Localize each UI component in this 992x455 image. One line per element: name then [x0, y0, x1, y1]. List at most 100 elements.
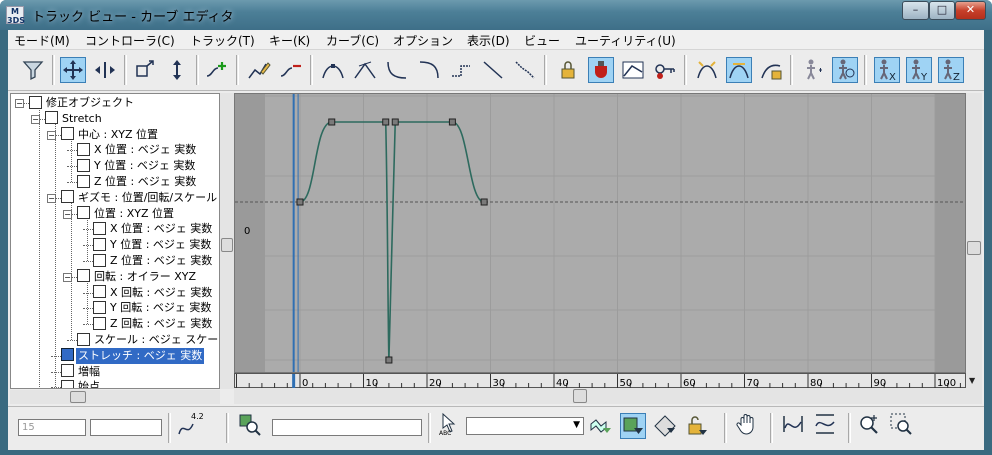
graph-vscroll-thumb[interactable] [967, 241, 981, 255]
tree-node[interactable]: ギズモ : 位置/回転/スケール [61, 190, 219, 206]
menu-controller[interactable]: コントローラ(C) [85, 32, 175, 49]
track-hierarchy[interactable]: − − − − − − 修正オブジェクト Stretch 中心 : XYZ 位置 X 位置 : … [10, 93, 220, 389]
filter-selected-objects-icon[interactable] [620, 413, 646, 439]
graph-hscroll-thumb[interactable] [573, 389, 587, 403]
tree-node[interactable]: X 位置 : ベジェ 実数 [93, 221, 214, 237]
filter-unlocked-attributes-icon[interactable] [684, 413, 710, 439]
menu-options[interactable]: オプション [393, 32, 453, 49]
tree-node[interactable]: Y 回転 : ベジェ 実数 [93, 300, 213, 316]
minimize-button[interactable]: – [902, 1, 929, 20]
tangent-linear-icon[interactable] [480, 57, 506, 83]
lock-tangents-icon[interactable] [758, 57, 784, 83]
menu-view[interactable]: ビュー [524, 32, 560, 49]
filter-selected-tracks-icon[interactable] [588, 413, 614, 439]
tree-node[interactable]: 増幅 [61, 364, 102, 380]
draw-curves-icon[interactable] [246, 57, 272, 83]
tree-node-label: Y 位置 : ベジェ 実数 [94, 159, 196, 173]
tree-node-label: X 位置 : ベジェ 実数 [94, 143, 197, 157]
tree-node[interactable]: 位置 : XYZ 位置 [77, 206, 176, 222]
show-tangents-icon[interactable] [726, 57, 752, 83]
tree-node[interactable]: 修正オブジェクト [29, 95, 136, 111]
filter-animated-tracks-icon[interactable] [652, 413, 678, 439]
tangent-smooth-icon[interactable] [512, 57, 538, 83]
zoom-icon[interactable] [856, 411, 882, 437]
tree-node[interactable]: X 回転 : ベジェ 実数 [93, 285, 214, 301]
show-keyable-icon[interactable] [652, 57, 678, 83]
tree-node[interactable]: Z 回転 : ベジェ 実数 [93, 316, 214, 332]
zoom-value-extents-icon[interactable] [812, 411, 838, 437]
tree-node[interactable]: 回転 : オイラー XYZ [77, 269, 198, 285]
menu-display[interactable]: 表示(D) [467, 32, 510, 49]
menu-curves[interactable]: カーブ(C) [326, 32, 379, 49]
tangent-step-icon[interactable] [448, 57, 474, 83]
tangent-auto-icon[interactable] [320, 57, 346, 83]
show-biped-y-icon[interactable]: Y [906, 57, 932, 83]
tangent-fast-icon[interactable] [384, 57, 410, 83]
tangent-custom-icon[interactable] [352, 57, 378, 83]
tree-horizontal-scrollbar[interactable] [10, 390, 220, 404]
time-ruler[interactable]: 0 10 20 30 40 50 60 70 80 90 100 [234, 373, 966, 389]
tree-node[interactable]: Stretch [45, 111, 104, 127]
zoom-region-icon[interactable] [888, 411, 914, 437]
tree-node-label: 始点 [78, 380, 100, 389]
menu-keys[interactable]: キー(K) [269, 32, 310, 49]
track-name-field[interactable] [272, 419, 422, 436]
zoom-selected-object-icon[interactable] [236, 411, 262, 437]
scale-keys-icon[interactable] [132, 57, 158, 83]
tree-node-label: Stretch [62, 111, 102, 125]
tangent-slow-icon[interactable] [416, 57, 442, 83]
tree-node[interactable]: 中心 : XYZ 位置 [61, 127, 160, 143]
selection-dropdown[interactable]: ▼ [466, 417, 584, 435]
maximize-button[interactable]: □ [929, 1, 955, 20]
curve-value-icon[interactable]: 4.2 [176, 411, 204, 437]
title-bar[interactable]: M 3DS トラック ビュー - カーブ エディタ – □ ✕ [0, 0, 992, 30]
reduce-keys-icon[interactable] [278, 57, 304, 83]
close-button[interactable]: ✕ [955, 1, 986, 20]
tree-node[interactable]: スケール : ベジェ スケール [77, 332, 219, 348]
tree-vertical-scrollbar[interactable] [220, 93, 234, 389]
show-all-tangents-icon[interactable] [694, 57, 720, 83]
menu-tracks[interactable]: トラック(T) [190, 32, 255, 49]
show-biped-z-icon[interactable]: Z [938, 57, 964, 83]
lock-selection-icon[interactable] [556, 57, 582, 83]
value-field[interactable] [90, 419, 162, 436]
tree-scroll-thumb[interactable] [221, 238, 233, 252]
snap-frames-icon[interactable] [588, 57, 614, 83]
tree-hscroll-thumb[interactable] [70, 391, 86, 403]
filter-icon[interactable] [20, 57, 46, 83]
tree-node[interactable]: Y 位置 : ベジェ 実数 [77, 158, 197, 174]
tree-node-label: 中心 : XYZ 位置 [78, 127, 158, 141]
show-biped-rotation-icon[interactable] [832, 57, 858, 83]
slide-keys-icon[interactable] [92, 57, 118, 83]
show-biped-position-icon[interactable] [800, 57, 826, 83]
tree-node[interactable]: X 位置 : ベジェ 実数 [77, 142, 198, 158]
tree-node[interactable]: Z 位置 : ベジェ 実数 [77, 174, 198, 190]
scale-values-icon[interactable] [164, 57, 190, 83]
show-biped-x-icon[interactable]: X [874, 57, 900, 83]
tree-node[interactable]: 始点 [61, 379, 102, 389]
parameter-out-of-range-icon[interactable] [620, 57, 646, 83]
zoom-horizontal-extents-icon[interactable] [780, 411, 806, 437]
scroll-down-arrow-icon[interactable]: ▼ [969, 376, 975, 385]
select-by-name-icon[interactable]: ABC [436, 411, 462, 437]
scale-icon [77, 332, 90, 346]
collapse-toggle-icon[interactable]: − [15, 99, 24, 108]
menu-mode[interactable]: モード(M) [14, 32, 70, 49]
toolbar-separator [168, 413, 171, 443]
tree-node[interactable]: ストレッチ : ベジェ 実数 [61, 347, 205, 364]
toolbar-separator [226, 413, 229, 443]
tree-connector [39, 107, 40, 388]
add-keys-icon[interactable] [204, 57, 230, 83]
tree-node[interactable]: Z 位置 : ベジェ 実数 [93, 253, 214, 269]
menu-utilities[interactable]: ユーティリティ(U) [575, 32, 676, 49]
frame-field[interactable]: 15 [18, 419, 86, 436]
bezier-icon [93, 316, 106, 330]
graph-horizontal-scrollbar[interactable] [234, 388, 982, 404]
curve-graph[interactable] [234, 93, 966, 373]
time-ruler-svg: 0 10 20 30 40 50 60 70 80 90 100 [236, 374, 961, 389]
graph-vertical-scrollbar[interactable]: ▼ [966, 93, 982, 388]
tree-node[interactable]: Y 位置 : ベジェ 実数 [93, 237, 213, 253]
bezier-icon [77, 142, 90, 156]
move-keys-icon[interactable] [60, 57, 86, 83]
pan-icon[interactable] [734, 411, 760, 437]
